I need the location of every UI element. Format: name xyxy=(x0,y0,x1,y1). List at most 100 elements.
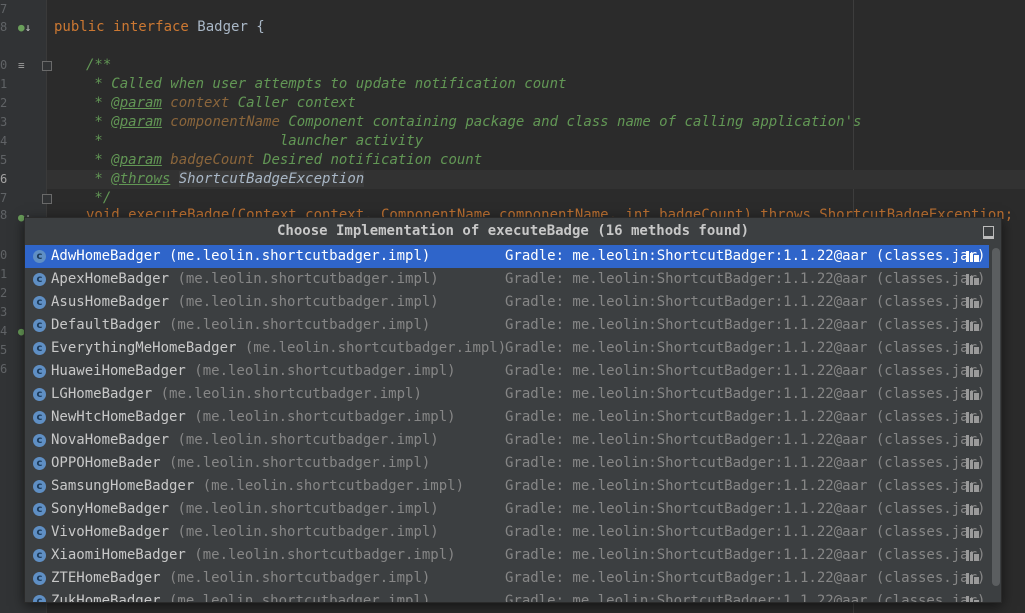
list-item[interactable]: c OPPOHomeBader (me.leolin.shortcutbadger… xyxy=(25,452,989,475)
code-line[interactable]: * Called when user attempts to update no… xyxy=(86,75,566,94)
class-name-label: XiaomiHomeBadger (me.leolin.shortcutbadg… xyxy=(51,544,456,567)
list-item[interactable]: c SamsungHomeBadger (me.leolin.shortcutba… xyxy=(25,475,989,498)
class-icon: c xyxy=(33,296,46,309)
library-source: Gradle: me.leolin:ShortcutBadger:1.1.22@… xyxy=(505,547,986,563)
list-item[interactable]: c DefaultBadger (me.leolin.shortcutbadger… xyxy=(25,314,989,337)
class-name-label: LGHomeBadger (me.leolin.shortcutbadger.i… xyxy=(51,383,422,406)
maximize-icon[interactable] xyxy=(983,226,994,239)
line-number: 3 xyxy=(0,115,8,129)
library-source: Gradle: me.leolin:ShortcutBadger:1.1.22@… xyxy=(505,271,986,287)
code-line[interactable]: public interface Badger { xyxy=(54,18,265,37)
identifier: Badger { xyxy=(197,19,265,35)
list-item[interactable]: c SonyHomeBadger (me.leolin.shortcutbadge… xyxy=(25,498,989,521)
class-name: EverythingMeHomeBadger xyxy=(51,340,237,356)
class-icon: c xyxy=(33,342,46,355)
implemented-icon[interactable]: ●↓ xyxy=(18,18,31,37)
class-name: SamsungHomeBadger xyxy=(51,478,195,494)
implementation-list[interactable]: c AdwHomeBadger (me.leolin.shortcutbadger… xyxy=(25,245,989,602)
library-source: Gradle: me.leolin:ShortcutBadger:1.1.22@… xyxy=(505,386,986,402)
package-name: (me.leolin.shortcutbadger.impl) xyxy=(160,455,431,471)
library-source: Gradle: me.leolin:ShortcutBadger:1.1.22@… xyxy=(505,570,986,586)
class-name: XiaomiHomeBadger xyxy=(51,547,186,563)
line-number: 7 xyxy=(0,2,8,16)
keyword: public interface xyxy=(54,19,198,35)
library-source: Gradle: me.leolin:ShortcutBadger:1.1.22@… xyxy=(505,340,986,356)
list-item[interactable]: c LGHomeBadger (me.leolin.shortcutbadger.… xyxy=(25,383,989,406)
code-line[interactable]: * launcher activity xyxy=(86,132,423,151)
list-item[interactable]: c HuaweiHomeBadger (me.leolin.shortcutbad… xyxy=(25,360,989,383)
choose-implementation-popup[interactable]: Choose Implementation of executeBadge (1… xyxy=(24,217,1002,603)
param-name: context xyxy=(161,95,230,111)
package-name: (me.leolin.shortcutbadger.impl) xyxy=(185,363,456,379)
package-name: (me.leolin.shortcutbadger.impl) xyxy=(160,317,431,333)
line-number: 6 xyxy=(0,362,8,376)
class-name-label: ZTEHomeBadger (me.leolin.shortcutbadger.… xyxy=(51,567,430,590)
package-name: (me.leolin.shortcutbadger.impl) xyxy=(160,593,431,602)
package-name: (me.leolin.shortcutbadger.impl) xyxy=(185,409,456,425)
class-name-label: DefaultBadger (me.leolin.shortcutbadger.… xyxy=(51,314,430,337)
list-item[interactable]: c AdwHomeBadger (me.leolin.shortcutbadger… xyxy=(25,245,989,268)
line-number: 2 xyxy=(0,96,8,110)
list-item[interactable]: c ApexHomeBadger (me.leolin.shortcutbadge… xyxy=(25,268,989,291)
param-name: componentName xyxy=(161,114,280,130)
code-line[interactable]: * @throws ShortcutBadgeException xyxy=(86,170,365,189)
class-icon: c xyxy=(33,434,46,447)
fold-marker-icon[interactable] xyxy=(42,61,52,71)
scrollbar-thumb[interactable] xyxy=(992,248,1000,586)
class-name: SonyHomeBadger xyxy=(51,501,170,517)
library-source: Gradle: me.leolin:ShortcutBadger:1.1.22@… xyxy=(505,317,986,333)
class-name-label: ZukHomeBadger (me.leolin.shortcutbadger.… xyxy=(51,590,430,602)
library-source: Gradle: me.leolin:ShortcutBadger:1.1.22@… xyxy=(505,432,986,448)
class-name-label: SamsungHomeBadger (me.leolin.shortcutbad… xyxy=(51,475,464,498)
class-icon: c xyxy=(33,411,46,424)
list-item[interactable]: c VivoHomeBadger (me.leolin.shortcutbadge… xyxy=(25,521,989,544)
library-icon xyxy=(966,389,979,400)
code-line[interactable]: /** xyxy=(86,56,111,75)
code-line[interactable]: * @param componentName Component contain… xyxy=(86,113,861,132)
javadoc-tag: @param xyxy=(111,114,162,130)
library-icon xyxy=(966,297,979,308)
list-item[interactable]: c XiaomiHomeBadger (me.leolin.shortcutbad… xyxy=(25,544,989,567)
javadoc-tag: @param xyxy=(111,152,162,168)
class-name: VivoHomeBadger xyxy=(51,524,170,540)
comment-star: * xyxy=(86,95,112,111)
library-source: Gradle: me.leolin:ShortcutBadger:1.1.22@… xyxy=(505,363,986,379)
list-item[interactable]: c EverythingMeHomeBadger (me.leolin.short… xyxy=(25,337,989,360)
library-icon xyxy=(966,343,979,354)
package-name: (me.leolin.shortcutbadger.impl) xyxy=(169,432,439,448)
package-name: (me.leolin.shortcutbadger.impl) xyxy=(169,271,439,287)
comment-star: * xyxy=(86,114,112,130)
class-name: ApexHomeBadger xyxy=(51,271,170,287)
popup-title: Choose Implementation of executeBadge (1… xyxy=(276,223,749,239)
library-source: Gradle: me.leolin:ShortcutBadger:1.1.22@… xyxy=(505,248,986,264)
class-name-label: AsusHomeBadger (me.leolin.shortcutbadger… xyxy=(51,291,439,314)
list-item[interactable]: c AsusHomeBadger (me.leolin.shortcutbadge… xyxy=(25,291,989,314)
line-number: 6 xyxy=(0,172,8,186)
class-icon: c xyxy=(33,250,46,263)
list-item[interactable]: c ZTEHomeBadger (me.leolin.shortcutbadger… xyxy=(25,567,989,590)
doc-render-icon[interactable]: ≡ xyxy=(18,56,25,75)
code-line[interactable]: * @param context Caller context xyxy=(86,94,355,113)
list-item[interactable]: c NewHtcHomeBadger (me.leolin.shortcutbad… xyxy=(25,406,989,429)
library-icon xyxy=(966,458,979,469)
package-name: (me.leolin.shortcutbadger.impl) xyxy=(169,501,439,517)
package-name: (me.leolin.shortcutbadger.impl) xyxy=(185,547,456,563)
list-item[interactable]: c NovaHomeBadger (me.leolin.shortcutbadge… xyxy=(25,429,989,452)
class-icon: c xyxy=(33,595,46,602)
class-name-label: HuaweiHomeBadger (me.leolin.shortcutbadg… xyxy=(51,360,456,383)
class-icon: c xyxy=(33,572,46,585)
comment-text: Component containing package and class n… xyxy=(279,114,862,130)
library-icon xyxy=(966,251,979,262)
line-number: 0 xyxy=(0,58,8,72)
class-name: NewHtcHomeBadger xyxy=(51,409,186,425)
comment-star: * xyxy=(86,152,112,168)
list-item[interactable]: c ZukHomeBadger (me.leolin.shortcutbadger… xyxy=(25,590,989,602)
line-number: 1 xyxy=(0,267,8,281)
class-name-label: SonyHomeBadger (me.leolin.shortcutbadger… xyxy=(51,498,439,521)
library-icon xyxy=(966,481,979,492)
library-source: Gradle: me.leolin:ShortcutBadger:1.1.22@… xyxy=(505,409,986,425)
param-name: badgeCount xyxy=(161,152,255,168)
fold-marker-icon[interactable] xyxy=(42,194,52,204)
line-number: 4 xyxy=(0,134,8,148)
code-line[interactable]: * @param badgeCount Desired notification… xyxy=(86,151,482,170)
